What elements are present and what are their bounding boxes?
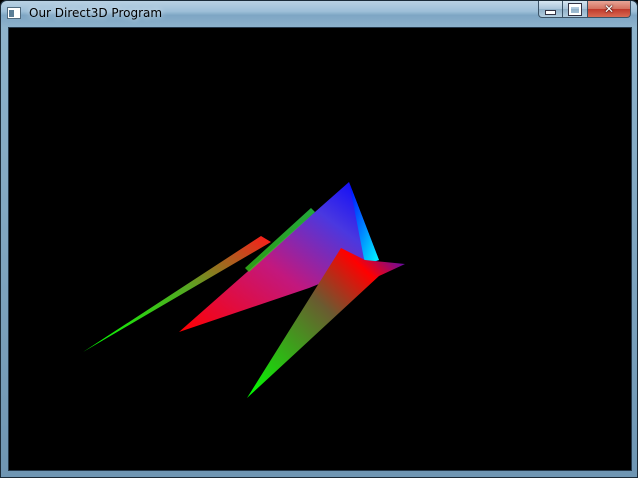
title-bar[interactable]: Our Direct3D Program ✕ bbox=[1, 1, 637, 27]
minimize-icon bbox=[545, 9, 556, 15]
app-window-icon[interactable] bbox=[7, 7, 21, 19]
close-button[interactable]: ✕ bbox=[588, 1, 631, 18]
maximize-button[interactable] bbox=[563, 1, 588, 18]
maximize-icon bbox=[568, 2, 582, 16]
caption-buttons: ✕ bbox=[538, 1, 631, 19]
direct3d-render-area[interactable] bbox=[8, 27, 632, 471]
minimize-button[interactable] bbox=[538, 1, 563, 18]
application-window: Our Direct3D Program ✕ bbox=[0, 0, 638, 478]
close-icon: ✕ bbox=[603, 2, 615, 16]
scene-canvas bbox=[83, 182, 405, 398]
window-title: Our Direct3D Program bbox=[29, 6, 163, 20]
